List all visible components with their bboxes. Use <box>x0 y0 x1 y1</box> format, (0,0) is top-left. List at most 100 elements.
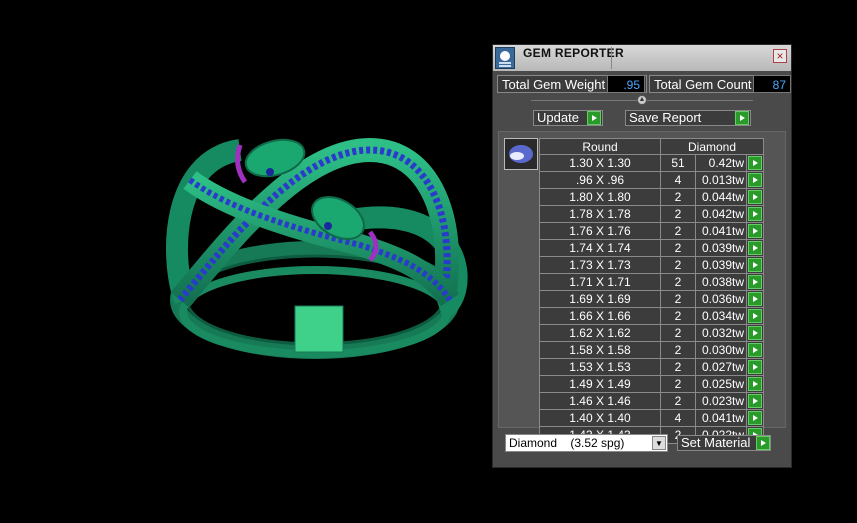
row-select-button[interactable] <box>746 341 764 359</box>
gem-weight: 0.044tw <box>695 188 747 206</box>
table-row: 1.74 X 1.74 2 0.039tw <box>539 239 764 257</box>
set-material-button-label: Set Material <box>681 435 751 450</box>
table-row: 1.49 X 1.49 2 0.025tw <box>539 375 764 393</box>
gem-count: 2 <box>660 375 696 393</box>
material-select[interactable]: Diamond (3.52 spg) ▼ <box>505 434 668 452</box>
play-icon <box>748 377 762 391</box>
gem-size: 1.53 X 1.53 <box>539 358 661 376</box>
table-header-row: Round Diamond <box>539 138 764 155</box>
totals-row: Total Gem Weight .95 Total Gem Count 87 <box>497 75 791 93</box>
row-select-button[interactable] <box>746 409 764 427</box>
play-icon <box>756 436 770 450</box>
chevron-down-icon[interactable]: ▼ <box>652 436 666 450</box>
close-button[interactable]: × <box>773 49 787 63</box>
row-select-button[interactable] <box>746 273 764 291</box>
table-row: 1.78 X 1.78 2 0.042tw <box>539 205 764 223</box>
title-separator <box>611 47 612 69</box>
panel-titlebar[interactable]: GEM REPORTER × <box>493 45 791 71</box>
play-icon <box>748 241 762 255</box>
gem-count: 2 <box>660 205 696 223</box>
gem-weight: 0.034tw <box>695 307 747 325</box>
play-icon <box>735 111 749 125</box>
table-row: 1.80 X 1.80 2 0.044tw <box>539 188 764 206</box>
gem-reporter-panel: GEM REPORTER × Total Gem Weight .95 Tota… <box>492 44 792 468</box>
gem-size: 1.76 X 1.76 <box>539 222 661 240</box>
row-select-button[interactable] <box>746 324 764 342</box>
gem-weight: 0.013tw <box>695 171 747 189</box>
collapse-toggle-icon[interactable]: ▲ <box>637 95 647 105</box>
total-gem-count-value: 87 <box>753 75 791 93</box>
update-button-label: Update <box>537 110 579 125</box>
gem-weight: 0.027tw <box>695 358 747 376</box>
row-select-button[interactable] <box>746 375 764 393</box>
gem-weight: 0.032tw <box>695 324 747 342</box>
3d-viewport[interactable] <box>0 0 490 518</box>
play-icon <box>748 411 762 425</box>
gem-weight: 0.42tw <box>695 154 747 172</box>
row-select-button[interactable] <box>746 358 764 376</box>
gem-weight: 0.023tw <box>695 392 747 410</box>
gem-size: 1.58 X 1.58 <box>539 341 661 359</box>
gem-list-area: Round Diamond 1.30 X 1.30 51 0.42tw .96 X .… <box>498 131 786 444</box>
gem-size: 1.78 X 1.78 <box>539 205 661 223</box>
round-gem-icon <box>504 138 538 170</box>
gem-size: 1.74 X 1.74 <box>539 239 661 257</box>
play-icon <box>748 394 762 408</box>
play-icon <box>748 190 762 204</box>
play-icon <box>748 309 762 323</box>
gem-size: 1.49 X 1.49 <box>539 375 661 393</box>
update-button[interactable]: Update <box>533 110 603 126</box>
gem-weight: 0.039tw <box>695 239 747 257</box>
table-row: .96 X .96 4 0.013tw <box>539 171 764 189</box>
row-select-button[interactable] <box>746 256 764 274</box>
table-row: 1.30 X 1.30 51 0.42tw <box>539 154 764 172</box>
play-icon <box>748 173 762 187</box>
save-report-button-label: Save Report <box>629 110 702 125</box>
header-material: Diamond <box>660 138 764 155</box>
set-material-button[interactable]: Set Material <box>677 435 771 451</box>
panel-title: GEM REPORTER <box>523 46 624 60</box>
table-row: 1.40 X 1.40 4 0.041tw <box>539 409 764 427</box>
gem-size: 1.40 X 1.40 <box>539 409 661 427</box>
play-icon <box>748 326 762 340</box>
save-report-button[interactable]: Save Report <box>625 110 751 126</box>
gem-count: 2 <box>660 324 696 342</box>
ring-render <box>166 137 468 359</box>
play-icon <box>748 292 762 306</box>
table-row: 1.76 X 1.76 2 0.041tw <box>539 222 764 240</box>
row-select-button[interactable] <box>746 392 764 410</box>
gem-count: 51 <box>660 154 696 172</box>
play-icon <box>748 207 762 221</box>
gem-count: 2 <box>660 188 696 206</box>
gem-count: 2 <box>660 256 696 274</box>
gem-size: 1.73 X 1.73 <box>539 256 661 274</box>
row-select-button[interactable] <box>746 188 764 206</box>
table-row: 1.73 X 1.73 2 0.039tw <box>539 256 764 274</box>
play-icon <box>748 258 762 272</box>
table-row: 1.66 X 1.66 2 0.034tw <box>539 307 764 325</box>
row-select-button[interactable] <box>746 154 764 172</box>
gem-size: 1.62 X 1.62 <box>539 324 661 342</box>
gem-count: 2 <box>660 307 696 325</box>
table-row: 1.69 X 1.69 2 0.036tw <box>539 290 764 308</box>
gem-count: 4 <box>660 171 696 189</box>
gem-count: 2 <box>660 341 696 359</box>
row-select-button[interactable] <box>746 205 764 223</box>
gem-size: 1.69 X 1.69 <box>539 290 661 308</box>
gem-reporter-icon <box>495 47 515 69</box>
row-select-button[interactable] <box>746 239 764 257</box>
row-select-button[interactable] <box>746 171 764 189</box>
table-row: 1.58 X 1.58 2 0.030tw <box>539 341 764 359</box>
table-row: 1.62 X 1.62 2 0.032tw <box>539 324 764 342</box>
table-row: 1.46 X 1.46 2 0.023tw <box>539 392 764 410</box>
gem-weight: 0.041tw <box>695 222 747 240</box>
gem-weight: 0.041tw <box>695 409 747 427</box>
row-select-button[interactable] <box>746 222 764 240</box>
play-icon <box>748 224 762 238</box>
gem-table: Round Diamond 1.30 X 1.30 51 0.42tw .96 X .… <box>539 138 764 444</box>
row-select-button[interactable] <box>746 307 764 325</box>
gem-weight: 0.042tw <box>695 205 747 223</box>
gem-count: 2 <box>660 239 696 257</box>
header-shape: Round <box>539 138 661 155</box>
row-select-button[interactable] <box>746 290 764 308</box>
